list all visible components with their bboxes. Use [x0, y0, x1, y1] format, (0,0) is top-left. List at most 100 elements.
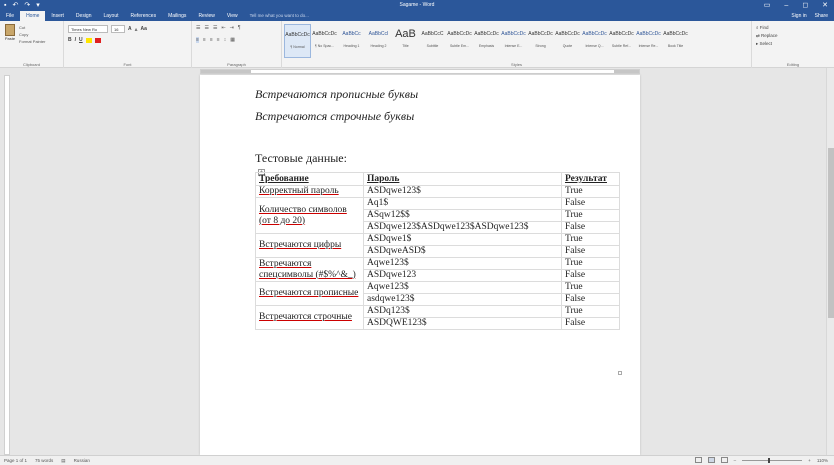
- decrease-indent-icon[interactable]: ⇤: [221, 25, 225, 31]
- increase-indent-icon[interactable]: ⇥: [230, 25, 234, 31]
- password-cell[interactable]: ASDqweASD$: [363, 245, 562, 258]
- password-cell[interactable]: Aqwe123$: [363, 257, 562, 270]
- highlight-icon[interactable]: [85, 37, 92, 43]
- tab-references[interactable]: References: [125, 11, 163, 21]
- result-cell[interactable]: True: [561, 305, 620, 318]
- align-left-icon[interactable]: ≡: [196, 37, 199, 43]
- requirement-cell[interactable]: Встречаются прописные: [255, 281, 364, 306]
- tab-review[interactable]: Review: [192, 11, 220, 21]
- zoom-in-icon[interactable]: +: [808, 458, 811, 463]
- password-cell[interactable]: ASDq123$: [363, 305, 562, 318]
- restore-icon[interactable]: ◻: [802, 1, 808, 10]
- requirement-cell[interactable]: Количество символов (от 8 до 20): [255, 197, 364, 234]
- header-result[interactable]: Результат: [561, 172, 620, 186]
- align-right-icon[interactable]: ≡: [210, 37, 213, 43]
- style-11[interactable]: AaBbCcDc Intense Q...: [581, 24, 608, 58]
- style-8[interactable]: AaBbCcDc Intense E...: [500, 24, 527, 58]
- style-12[interactable]: AaBbCcDc Subtle Ref...: [608, 24, 635, 58]
- change-case-button[interactable]: Aa: [141, 26, 147, 32]
- requirement-cell[interactable]: Встречаются цифры: [255, 233, 364, 258]
- zoom-out-icon[interactable]: –: [734, 458, 737, 463]
- vertical-ruler[interactable]: [4, 75, 10, 455]
- tab-file[interactable]: File: [0, 11, 20, 21]
- multilevel-list-icon[interactable]: ☰: [213, 25, 217, 31]
- tab-layout[interactable]: Layout: [98, 11, 125, 21]
- vertical-scrollbar[interactable]: [826, 68, 834, 455]
- result-cell[interactable]: False: [561, 197, 620, 210]
- style-6[interactable]: AaBbCcDc Subtle Em...: [446, 24, 473, 58]
- close-icon[interactable]: ✕: [822, 1, 828, 10]
- style-7[interactable]: AaBbCcDc Emphasis: [473, 24, 500, 58]
- justify-icon[interactable]: ≡: [217, 37, 220, 43]
- language-indicator[interactable]: Russian: [74, 458, 90, 464]
- result-cell[interactable]: False: [561, 293, 620, 306]
- print-layout-button[interactable]: [707, 457, 715, 463]
- style-14[interactable]: AaBbCcDc Book Title: [662, 24, 689, 58]
- sign-in-link[interactable]: Sign in: [791, 11, 806, 21]
- tab-view[interactable]: View: [221, 11, 244, 21]
- zoom-level[interactable]: 110%: [817, 458, 828, 463]
- requirement-cell[interactable]: Корректный пароль: [255, 185, 364, 198]
- style-9[interactable]: AaBbCcDc Strong: [527, 24, 554, 58]
- format-painter-button[interactable]: Format Painter: [19, 38, 45, 45]
- password-cell[interactable]: ASDqwe123: [363, 269, 562, 282]
- style-10[interactable]: AaBbCcDc Quote: [554, 24, 581, 58]
- password-cell[interactable]: asdqwe123$: [363, 293, 562, 306]
- password-cell[interactable]: ASDqwe1$: [363, 233, 562, 246]
- numbering-icon[interactable]: ☰: [204, 25, 208, 31]
- line-spacing-icon[interactable]: ↕: [224, 37, 227, 43]
- borders-icon[interactable]: ▦: [230, 37, 235, 43]
- result-cell[interactable]: True: [561, 257, 620, 270]
- header-requirement[interactable]: Требование: [255, 172, 364, 186]
- style-2[interactable]: AaBbCc Heading 1: [338, 24, 365, 58]
- requirement-cell[interactable]: Встречаются спецсимволы (#$%^&_): [255, 257, 364, 282]
- result-cell[interactable]: True: [561, 281, 620, 294]
- proofing-icon[interactable]: ▤: [61, 458, 65, 464]
- italic-button[interactable]: I: [75, 37, 76, 43]
- test-data-heading[interactable]: Тестовые данные:: [255, 151, 347, 166]
- select-button[interactable]: ▸ Select: [756, 40, 778, 48]
- header-password[interactable]: Пароль: [363, 172, 562, 186]
- bold-button[interactable]: B: [68, 37, 72, 43]
- result-cell[interactable]: False: [561, 245, 620, 258]
- result-cell[interactable]: True: [561, 185, 620, 198]
- result-cell[interactable]: True: [561, 233, 620, 246]
- style-0[interactable]: AaBbCcDc ¶ Normal: [284, 24, 311, 58]
- style-5[interactable]: AaBbCcC Subtitle: [419, 24, 446, 58]
- underline-button[interactable]: U: [79, 37, 83, 43]
- result-cell[interactable]: False: [561, 317, 620, 330]
- document-line[interactable]: Встречаются строчные буквы: [255, 109, 414, 124]
- result-cell[interactable]: False: [561, 269, 620, 282]
- tab-insert[interactable]: Insert: [45, 11, 70, 21]
- cut-button[interactable]: Cut: [19, 24, 45, 31]
- zoom-slider[interactable]: [742, 457, 803, 463]
- grow-font-button[interactable]: A: [128, 26, 132, 32]
- find-button[interactable]: ⌕ Find: [756, 24, 778, 32]
- horizontal-ruler[interactable]: [0, 68, 834, 75]
- style-13[interactable]: AaBbCcDc Intense Re...: [635, 24, 662, 58]
- share-button[interactable]: Share: [815, 11, 828, 21]
- table-resize-handle[interactable]: [618, 371, 622, 375]
- result-cell[interactable]: True: [561, 209, 620, 222]
- document-line[interactable]: Встречаются прописные буквы: [255, 87, 418, 102]
- requirement-cell[interactable]: Встречаются строчные: [255, 305, 364, 330]
- document-page[interactable]: Встречаются прописные буквы Встречаются …: [200, 75, 640, 455]
- test-data-table[interactable]: Требование Пароль Результат Корректный п…: [255, 172, 620, 330]
- word-count[interactable]: 75 words: [35, 458, 53, 464]
- shrink-font-button[interactable]: A: [135, 27, 138, 32]
- web-layout-button[interactable]: [720, 457, 728, 463]
- scrollbar-thumb[interactable]: [828, 148, 834, 318]
- font-name-box[interactable]: Times New Ro: [68, 25, 108, 33]
- page-count[interactable]: Page 1 of 1: [4, 458, 27, 464]
- show-marks-button[interactable]: ¶: [238, 25, 241, 31]
- style-3[interactable]: AaBbCcI Heading 2: [365, 24, 392, 58]
- password-cell[interactable]: Aqwe123$: [363, 281, 562, 294]
- paste-button[interactable]: Paste: [3, 24, 17, 46]
- font-size-box[interactable]: 16: [111, 25, 125, 33]
- password-cell[interactable]: ASDqwe123$: [363, 185, 562, 198]
- tab-mailings[interactable]: Mailings: [162, 11, 192, 21]
- result-cell[interactable]: False: [561, 221, 620, 234]
- style-4[interactable]: AaB Title: [392, 24, 419, 58]
- tab-design[interactable]: Design: [70, 11, 98, 21]
- zoom-slider-knob[interactable]: [768, 457, 771, 463]
